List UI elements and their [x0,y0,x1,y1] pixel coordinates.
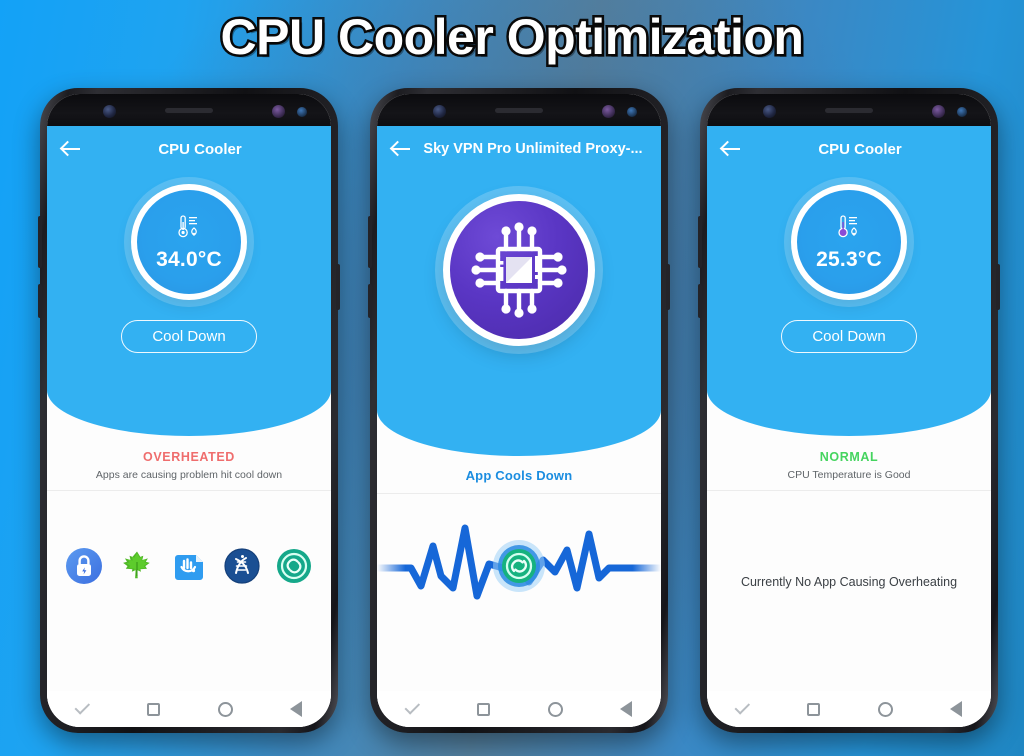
earpiece-speaker [825,108,873,113]
temperature-value: 25.3°C [816,248,882,271]
appbar-title: Sky VPN Pro Unlimited Proxy-... [423,141,643,157]
iris-sensor-icon [602,105,615,118]
overheating-apps-list [47,491,331,585]
volume-down-button[interactable] [368,284,372,318]
back-arrow-icon[interactable] [389,137,413,161]
app-header-3: CPU Cooler 25.3°C Cool Down [707,126,991,436]
keyboard-app-icon[interactable] [170,547,208,585]
status-block-1: OVERHEATED Apps are causing problem hit … [47,436,331,491]
poster-stage: CPU Cooler Optimization CPU Cooler 34.0°… [0,0,1024,756]
appbar-3: CPU Cooler [707,126,991,172]
gauge-container: 34.0°C [47,184,331,300]
status-subtitle: CPU Temperature is Good [787,469,911,481]
phone-body-3: CPU Cooler 25.3°C Cool Down NORMAL CPU T… [707,94,991,727]
temperature-value: 34.0°C [156,248,222,271]
empty-state-message: Currently No App Causing Overheating [740,575,958,589]
square-recents-icon[interactable] [147,702,161,716]
square-recents-icon[interactable] [477,702,491,716]
status-badge: OVERHEATED [143,450,235,464]
volume-up-button[interactable] [38,216,42,268]
front-camera-icon [103,105,116,118]
volume-up-button[interactable] [368,216,372,268]
power-button[interactable] [996,264,1000,310]
appbar-title: CPU Cooler [818,140,902,158]
dna-app-icon[interactable] [223,547,261,585]
triangle-back-icon[interactable] [620,701,633,717]
chevron-down-icon[interactable] [404,699,420,715]
volume-up-button[interactable] [698,216,702,268]
proximity-sensor-icon [627,107,637,117]
back-arrow-icon[interactable] [59,137,83,161]
front-camera-icon [433,105,446,118]
circle-home-icon[interactable] [217,701,233,717]
volume-down-button[interactable] [698,284,702,318]
maple-leaf-app-icon[interactable] [118,547,156,585]
phone-top-bezel [47,94,331,126]
screen-3: CPU Cooler 25.3°C Cool Down NORMAL CPU T… [707,126,991,727]
triangle-back-icon[interactable] [950,701,963,717]
link-rings-app-icon[interactable] [275,547,313,585]
lock-app-icon[interactable] [65,547,103,585]
back-arrow-icon[interactable] [719,137,743,161]
appbar-title: CPU Cooler [158,140,242,158]
phone-top-bezel [707,94,991,126]
iris-sensor-icon [932,105,945,118]
front-camera-icon [763,105,776,118]
circle-home-icon[interactable] [877,701,893,717]
cpu-chip-icon [443,194,595,346]
earpiece-speaker [165,108,213,113]
thermometer-icon [834,214,864,245]
square-recents-icon[interactable] [807,702,821,716]
status-badge: App Cools Down [465,468,573,483]
phone-mockup-3: CPU Cooler 25.3°C Cool Down NORMAL CPU T… [698,88,1000,733]
gauge-container: 25.3°C [707,184,991,300]
iris-sensor-icon [272,105,285,118]
chevron-down-icon[interactable] [734,699,750,715]
status-subtitle: Apps are causing problem hit cool down [95,469,283,481]
page-title: CPU Cooler Optimization [218,7,806,68]
pulse-badge-icon [491,538,547,594]
android-navbar-3 [707,691,991,727]
app-logo-container [377,194,661,346]
app-header-1: CPU Cooler 34.0°C Cool Down [47,126,331,436]
android-navbar-2 [377,691,661,727]
pulse-animation [377,516,661,616]
proximity-sensor-icon [297,107,307,117]
phone-body-1: CPU Cooler 34.0°C Cool Down OVERHEATED A… [47,94,331,727]
proximity-sensor-icon [957,107,967,117]
cool-down-button[interactable]: Cool Down [781,320,917,353]
triangle-back-icon[interactable] [290,701,303,717]
circle-home-icon[interactable] [547,701,563,717]
cool-down-container: Cool Down [47,320,331,353]
phone-mockup-1: CPU Cooler 34.0°C Cool Down OVERHEATED A… [38,88,340,733]
earpiece-speaker [495,108,543,113]
power-button[interactable] [336,264,340,310]
appbar-2: Sky VPN Pro Unlimited Proxy-... [377,126,661,172]
screen-1: CPU Cooler 34.0°C Cool Down OVERHEATED A… [47,126,331,727]
status-badge: NORMAL [819,450,879,464]
status-block-2: App Cools Down [377,456,661,494]
phone-body-2: Sky VPN Pro Unlimited Proxy-... App Cool… [377,94,661,727]
volume-down-button[interactable] [38,284,42,318]
appbar-1: CPU Cooler [47,126,331,172]
cool-down-button[interactable]: Cool Down [121,320,257,353]
phone-mockup-2: Sky VPN Pro Unlimited Proxy-... App Cool… [368,88,670,733]
temperature-gauge: 34.0°C [131,184,247,300]
cool-down-container: Cool Down [707,320,991,353]
temperature-gauge: 25.3°C [791,184,907,300]
chevron-down-icon[interactable] [74,699,90,715]
android-navbar-1 [47,691,331,727]
thermometer-icon [174,214,204,245]
screen-2: Sky VPN Pro Unlimited Proxy-... App Cool… [377,126,661,727]
app-header-2: Sky VPN Pro Unlimited Proxy-... [377,126,661,456]
phone-top-bezel [377,94,661,126]
status-block-3: NORMAL CPU Temperature is Good [707,436,991,491]
power-button[interactable] [666,264,670,310]
